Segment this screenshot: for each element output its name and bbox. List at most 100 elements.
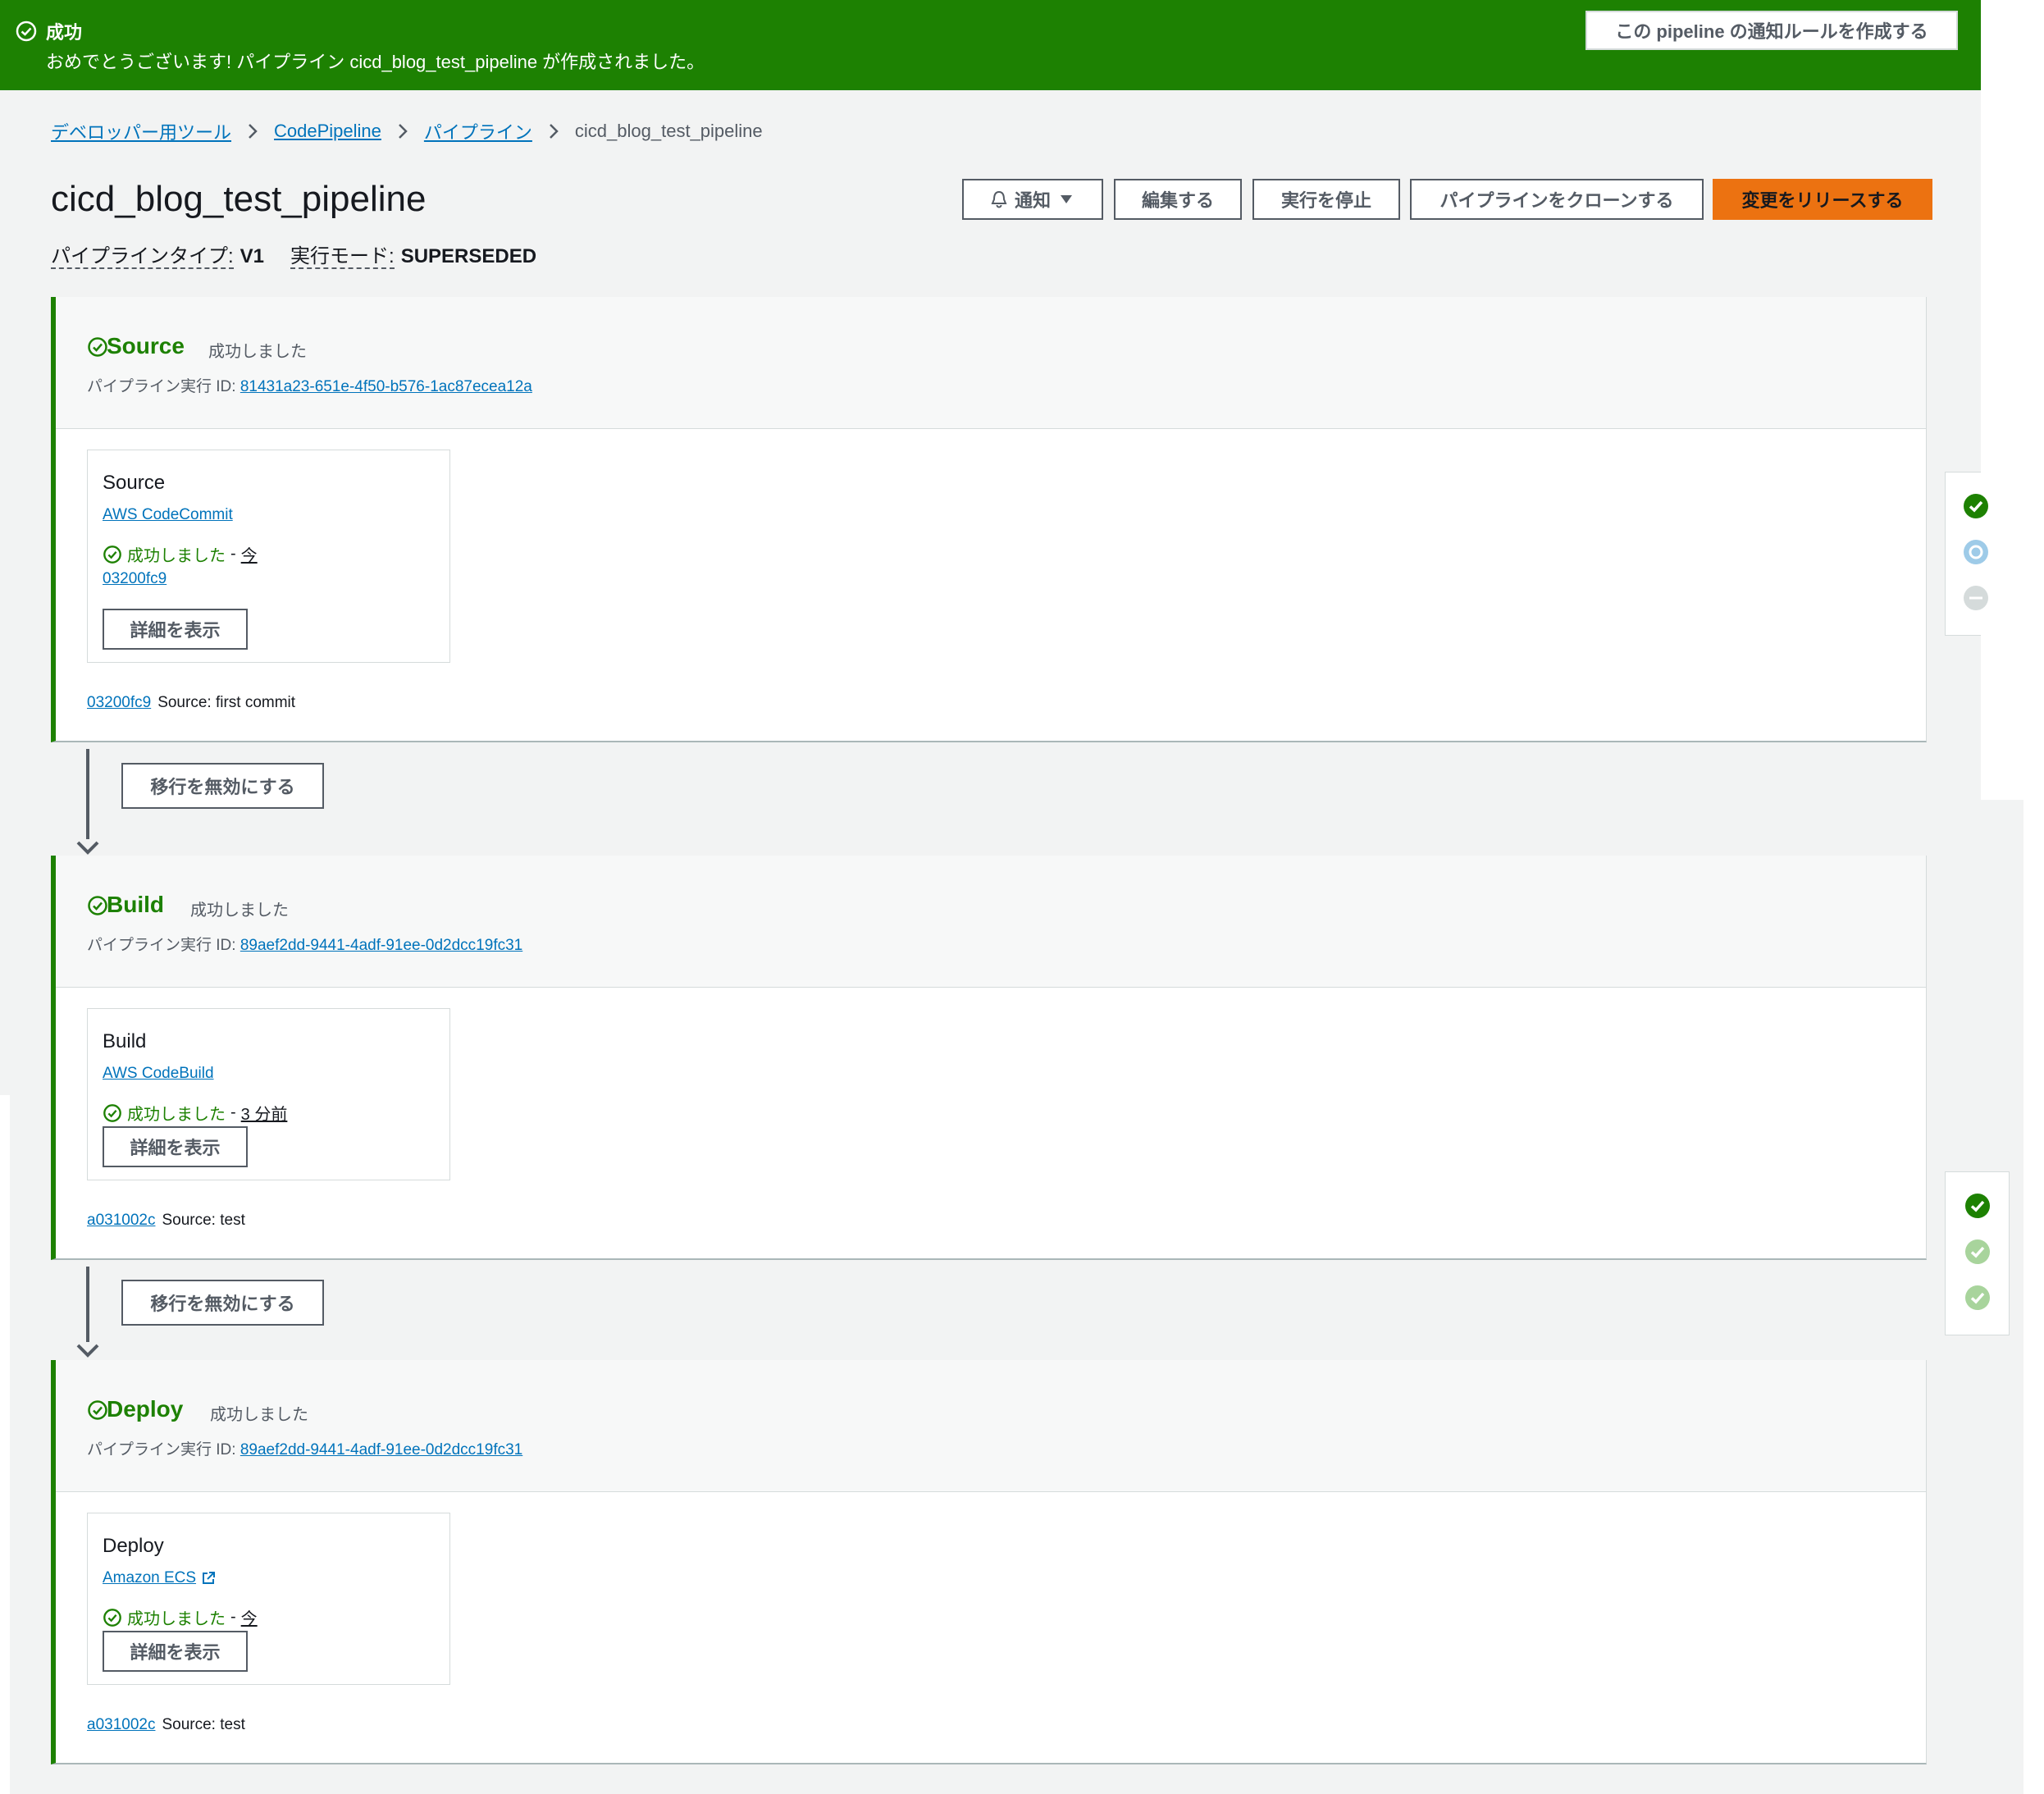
- action-card: Source AWS CodeCommit 成功しました - 今 03200fc…: [87, 450, 450, 663]
- success-filled-icon: [1965, 1194, 1990, 1218]
- action-status-text: 成功しました: [127, 1610, 226, 1628]
- breadcrumb: デベロッパー用ツール CodePipeline パイプライン cicd_blog…: [51, 118, 763, 144]
- exec-mode-label[interactable]: 実行モード:: [290, 245, 395, 269]
- bell-icon: [991, 190, 1007, 208]
- action-provider-link[interactable]: AWS CodeCommit: [103, 506, 233, 524]
- success-check-icon: [88, 896, 107, 915]
- stage-status: 成功しました: [208, 343, 307, 361]
- success-filled-icon: [1965, 1239, 1990, 1264]
- execution-id-label: パイプライン実行 ID:: [87, 1441, 236, 1458]
- action-name: Deploy: [103, 1535, 164, 1557]
- external-link-icon[interactable]: [201, 1571, 216, 1586]
- execution-id-row: パイプライン実行 ID: 89aef2dd-9441-4adf-91ee-0d2…: [87, 1437, 522, 1459]
- chevron-right-icon: [399, 124, 408, 139]
- view-details-button[interactable]: 詳細を表示: [103, 1631, 248, 1672]
- execution-id-label: パイプライン実行 ID:: [87, 378, 236, 395]
- dash-separator: -: [230, 1103, 236, 1121]
- pipeline-type-value: V1: [240, 245, 265, 267]
- breadcrumb-codepipeline[interactable]: CodePipeline: [274, 121, 381, 142]
- action-revision-link[interactable]: 03200fc9: [103, 570, 167, 588]
- success-flashbar: 成功 おめでとうございます! パイプライン cicd_blog_test_pip…: [0, 0, 1981, 90]
- pipeline-type-label[interactable]: パイプラインタイプ:: [51, 245, 234, 269]
- stage-header: [56, 1360, 1926, 1492]
- action-time[interactable]: 今: [241, 1605, 258, 1629]
- transition-line: [86, 749, 89, 839]
- execution-id-row: パイプライン実行 ID: 89aef2dd-9441-4adf-91ee-0d2…: [87, 933, 522, 955]
- transition-line: [86, 1267, 89, 1342]
- action-time[interactable]: 今: [241, 542, 258, 566]
- chevron-right-icon: [249, 124, 258, 139]
- flash-title: 成功: [46, 22, 83, 43]
- page-title: cicd_blog_test_pipeline: [51, 179, 427, 219]
- in-progress-icon: [1964, 540, 1988, 564]
- execution-id-row: パイプライン実行 ID: 81431a23-651e-4f50-b576-1ac…: [87, 374, 532, 396]
- create-notification-rule-button[interactable]: この pipeline の通知ルールを作成する: [1585, 11, 1958, 50]
- notify-label: 通知: [1014, 190, 1051, 211]
- action-provider-link[interactable]: AWS CodeBuild: [103, 1065, 214, 1083]
- commit-id-link[interactable]: a031002c: [87, 1716, 155, 1733]
- action-name: Build: [103, 1030, 147, 1052]
- action-provider-row: Amazon ECS: [103, 1569, 216, 1587]
- action-time[interactable]: 3 分前: [241, 1101, 288, 1125]
- view-details-button[interactable]: 詳細を表示: [103, 1126, 248, 1167]
- action-provider-link[interactable]: Amazon ECS: [103, 1569, 196, 1587]
- execution-id-link[interactable]: 89aef2dd-9441-4adf-91ee-0d2dcc19fc31: [240, 937, 522, 954]
- action-name: Source: [103, 472, 166, 494]
- execution-id-link[interactable]: 81431a23-651e-4f50-b576-1ac87ecea12a: [240, 378, 532, 395]
- pipeline-meta: パイプラインタイプ: V1 実行モード: SUPERSEDED: [51, 240, 537, 269]
- stage-status: 成功しました: [190, 902, 289, 920]
- commit-id-link[interactable]: 03200fc9: [87, 694, 151, 711]
- action-status-text: 成功しました: [127, 547, 226, 565]
- not-started-icon: [1964, 586, 1988, 610]
- action-card: Build AWS CodeBuild 成功しました - 3 分前 詳細を表示: [87, 1008, 450, 1180]
- commit-row: a031002c Source: test: [87, 1716, 245, 1734]
- arrow-down-icon: [76, 841, 99, 855]
- stage-build: Build 成功しました パイプライン実行 ID: 89aef2dd-9441-…: [51, 856, 1927, 1260]
- stage-header: [56, 856, 1926, 988]
- success-icon: [16, 21, 37, 42]
- action-status: 成功しました - 今: [103, 1605, 258, 1629]
- view-details-button[interactable]: 詳細を表示: [103, 609, 248, 650]
- stage-deploy: Deploy 成功しました パイプライン実行 ID: 89aef2dd-9441…: [51, 1360, 1927, 1764]
- clone-pipeline-button[interactable]: パイプラインをクローンする: [1410, 179, 1704, 220]
- commit-message: Source: test: [162, 1212, 245, 1229]
- dash-separator: -: [230, 545, 236, 563]
- success-check-icon: [103, 1608, 121, 1627]
- stage-status-mini-panel: [1945, 472, 1988, 636]
- stop-execution-button[interactable]: 実行を停止: [1252, 179, 1400, 220]
- commit-id-link[interactable]: a031002c: [87, 1212, 155, 1229]
- success-check-icon: [103, 545, 121, 564]
- stage-source: Source 成功しました パイプライン実行 ID: 81431a23-651e…: [51, 297, 1927, 742]
- flash-message: おめでとうございます! パイプライン cicd_blog_test_pipeli…: [46, 52, 705, 72]
- disable-transition-button[interactable]: 移行を無効にする: [121, 1280, 324, 1326]
- stage-name: Deploy: [107, 1396, 184, 1422]
- breadcrumb-pipelines[interactable]: パイプライン: [424, 118, 532, 144]
- notify-dropdown-button[interactable]: 通知: [962, 179, 1103, 220]
- disable-transition-button[interactable]: 移行を無効にする: [121, 763, 324, 809]
- success-check-icon: [88, 1400, 107, 1420]
- arrow-down-icon: [76, 1344, 99, 1358]
- release-change-button[interactable]: 変更をリリースする: [1713, 179, 1932, 220]
- execution-id-label: パイプライン実行 ID:: [87, 937, 236, 954]
- exec-mode-value: SUPERSEDED: [400, 245, 537, 267]
- commit-row: 03200fc9 Source: first commit: [87, 694, 295, 712]
- commit-row: a031002c Source: test: [87, 1212, 245, 1230]
- success-check-icon: [103, 1103, 121, 1122]
- success-filled-icon: [1965, 1285, 1990, 1310]
- dash-separator: -: [230, 1608, 236, 1626]
- execution-id-link[interactable]: 89aef2dd-9441-4adf-91ee-0d2dcc19fc31: [240, 1441, 522, 1458]
- breadcrumb-current: cicd_blog_test_pipeline: [574, 121, 763, 141]
- caret-down-icon: [1061, 195, 1072, 203]
- stage-status-mini-panel: [1945, 1171, 2010, 1335]
- stage-name: Source: [107, 333, 185, 358]
- action-status: 成功しました - 今: [103, 542, 258, 566]
- stage-name: Build: [107, 892, 164, 917]
- commit-message: Source: first commit: [157, 694, 296, 711]
- action-status-text: 成功しました: [127, 1106, 226, 1124]
- breadcrumb-developer-tools[interactable]: デベロッパー用ツール: [51, 118, 231, 144]
- edit-button[interactable]: 編集する: [1114, 179, 1242, 220]
- success-check-icon: [88, 337, 107, 357]
- stage-status: 成功しました: [210, 1406, 308, 1424]
- chevron-right-icon: [550, 124, 559, 139]
- action-status: 成功しました - 3 分前: [103, 1101, 287, 1125]
